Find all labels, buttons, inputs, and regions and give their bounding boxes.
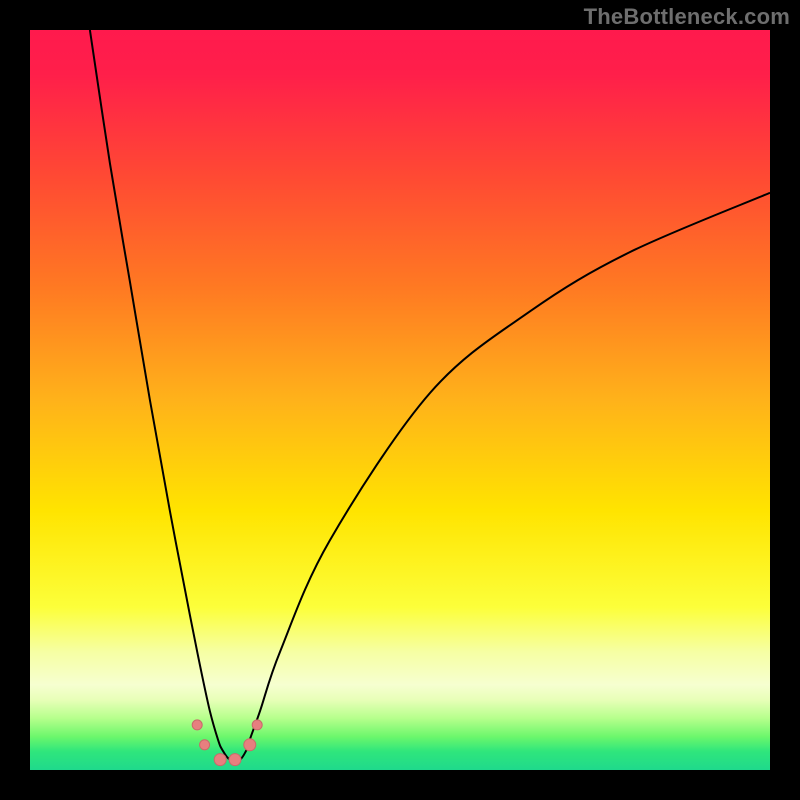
chart-stage: TheBottleneck.com xyxy=(0,0,800,800)
bottleneck-curve xyxy=(90,30,770,761)
curve-marker xyxy=(200,740,210,750)
curve-layer xyxy=(30,30,770,770)
curve-marker xyxy=(214,754,226,766)
curve-marker xyxy=(244,739,256,751)
curve-marker xyxy=(229,754,241,766)
curve-marker xyxy=(252,720,262,730)
curve-marker xyxy=(192,720,202,730)
watermark-text: TheBottleneck.com xyxy=(584,4,790,30)
plot-area xyxy=(30,30,770,770)
